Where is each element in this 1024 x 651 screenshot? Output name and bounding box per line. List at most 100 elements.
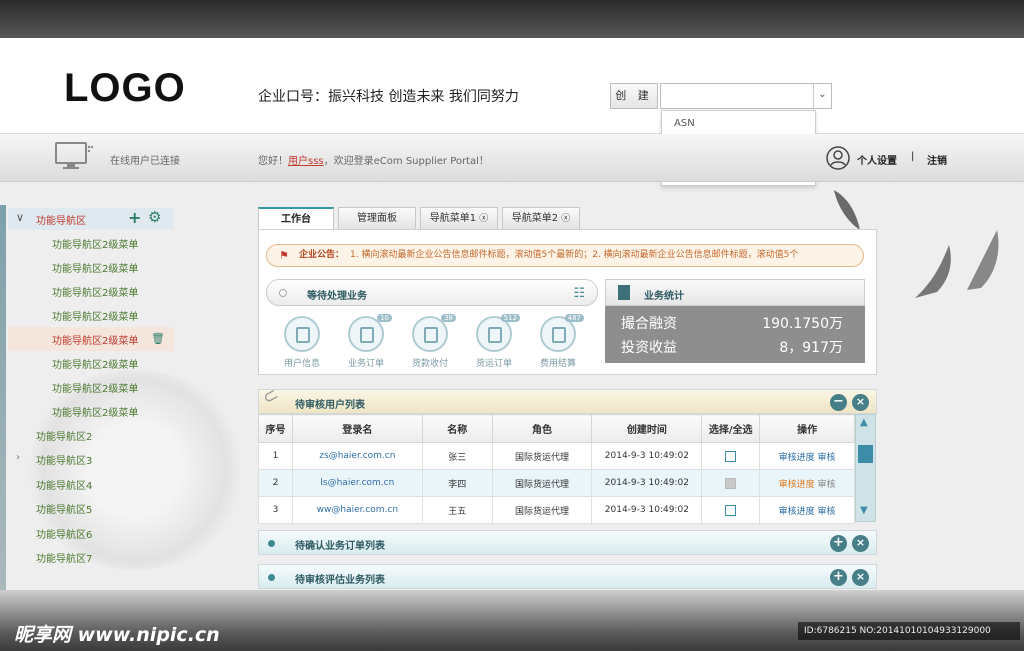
- sidebar-subitem[interactable]: 功能导航区2级菜单: [52, 260, 138, 275]
- scroll-down-icon[interactable]: ▼: [860, 505, 868, 516]
- tab-nav-menu-2[interactable]: 导航菜单2 ⓧ: [502, 207, 580, 229]
- user-avatar-icon[interactable]: [826, 146, 850, 170]
- stat-label: 撮合融资: [621, 316, 677, 332]
- audit-progress-link[interactable]: 审核进度: [779, 480, 815, 490]
- select-cell: [701, 442, 761, 470]
- sidebar-subitem[interactable]: 功能导航区2级菜单: [52, 404, 138, 419]
- sidebar-section-item[interactable]: 功能导航区4: [36, 477, 92, 492]
- sidebar-subitem[interactable]: 功能导航区2级菜单: [52, 332, 138, 347]
- bullet-icon: [268, 540, 275, 547]
- table-scrollbar[interactable]: ▲ ▼: [855, 414, 876, 522]
- count-badge: 10: [377, 314, 392, 322]
- quick-entry[interactable]: 487 费用结算: [538, 314, 584, 369]
- bullet-icon: [268, 574, 275, 581]
- audit-link[interactable]: 审核: [818, 507, 836, 517]
- chevron-down-icon[interactable]: ∨: [16, 211, 24, 224]
- stat-value: 8，917万: [779, 340, 843, 356]
- sidebar-subitem[interactable]: 功能导航区2级菜单: [52, 356, 138, 371]
- row-checkbox[interactable]: [725, 504, 737, 516]
- quick-entry-label: 业务订单: [347, 359, 384, 369]
- tab-management[interactable]: 管理面板: [338, 207, 416, 229]
- user-role: 国际货运代理: [491, 469, 593, 497]
- sidebar-subitem[interactable]: 功能导航区2级菜单: [52, 284, 138, 299]
- scroll-up-icon[interactable]: ▲: [860, 417, 868, 428]
- company-slogan: 企业口号：振兴科技 创造未来 我们同努力: [258, 89, 519, 105]
- quick-entry[interactable]: 用户信息: [282, 316, 322, 369]
- column-header: 选择/全选: [701, 414, 761, 443]
- sidebar-section-item[interactable]: 功能导航区6: [36, 526, 92, 541]
- tab-workbench[interactable]: 工作台: [258, 207, 334, 229]
- create-button[interactable]: 创 建: [610, 83, 658, 109]
- sidebar-section-item[interactable]: 功能导航区7: [36, 550, 92, 565]
- close-icon[interactable]: ×: [852, 569, 869, 586]
- logo: LOGO: [64, 66, 186, 110]
- created-time: 2014-9-3 10:49:02: [591, 496, 703, 524]
- user-name: 王五: [421, 496, 493, 524]
- select-cell: [701, 469, 761, 497]
- pending-business-header: 等待处理业务 ☷: [266, 279, 598, 306]
- scroll-thumb[interactable]: [858, 445, 873, 463]
- image-id-watermark: ID:6786215 NO:20141010104933129000: [798, 622, 1020, 640]
- quick-entry[interactable]: 38 货款收付: [410, 314, 456, 369]
- dropdown-option-asn[interactable]: ASN: [662, 111, 815, 136]
- koi-fish-decoration: [915, 230, 999, 298]
- column-header: 操作: [759, 414, 855, 443]
- audit-progress-link[interactable]: 审核进度: [779, 507, 815, 517]
- greeting-prefix: 您好！: [258, 156, 288, 167]
- logout-link[interactable]: 注销: [927, 152, 947, 167]
- expand-icon[interactable]: +: [830, 569, 847, 586]
- sidebar-subitem[interactable]: 功能导航区2级菜单: [52, 308, 138, 323]
- notice-marquee: ⚑ 企业公告： 1. 横向滚动最新企业公告信息邮件标题，滚动值5个最新的；2. 横…: [266, 244, 864, 267]
- expand-icon[interactable]: +: [830, 535, 847, 552]
- site-watermark: 昵享网 www.nipic.cn: [14, 624, 220, 646]
- stats-title: 业务统计: [644, 291, 684, 302]
- chevron-right-icon[interactable]: ›: [16, 452, 20, 463]
- tab-nav-menu-1[interactable]: 导航菜单1 ⓧ: [420, 207, 498, 229]
- audit-link[interactable]: 审核: [818, 453, 836, 463]
- sidebar-subitem[interactable]: 功能导航区2级菜单: [52, 380, 138, 395]
- notice-label: 企业公告：: [299, 250, 345, 260]
- collapse-icon[interactable]: −: [830, 394, 847, 411]
- create-select[interactable]: ⌄: [660, 83, 832, 109]
- quick-entry-icon: 10: [348, 314, 392, 352]
- chevron-down-icon[interactable]: ⌄: [813, 84, 831, 108]
- stats-header: 业务统计: [605, 279, 865, 306]
- close-icon[interactable]: ⓧ: [561, 214, 570, 224]
- row-checkbox[interactable]: [725, 450, 737, 462]
- separator: |: [911, 151, 915, 162]
- user-name: 李四: [421, 469, 493, 497]
- pending-business-title: 等待处理业务: [307, 291, 367, 302]
- add-icon[interactable]: +: [128, 208, 141, 227]
- close-icon[interactable]: ×: [852, 535, 869, 552]
- quick-entry[interactable]: 10 业务订单: [346, 314, 392, 369]
- column-header: 创建时间: [591, 414, 703, 443]
- actions-cell: 审核进度 审核: [759, 496, 855, 524]
- sidebar-section-item[interactable]: 功能导航区5: [36, 501, 92, 516]
- quick-entry[interactable]: 512 货运订单: [474, 314, 520, 369]
- tab-label: 导航菜单1: [429, 213, 477, 224]
- list-view-icon[interactable]: ☷: [573, 286, 585, 301]
- online-status-text: 在线用户已连接: [110, 156, 180, 167]
- flag-icon: ⚑: [279, 249, 289, 262]
- quick-entry-label: 费用结算: [539, 359, 576, 369]
- actions-cell: 审核进度 审核: [759, 469, 855, 497]
- sidebar-section-item[interactable]: 功能导航区2: [36, 428, 92, 443]
- close-icon[interactable]: ⓧ: [479, 214, 488, 224]
- greeting-suffix: ，欢迎登录eCom Supplier Portal！: [323, 156, 489, 167]
- close-icon[interactable]: ×: [852, 394, 869, 411]
- audit-progress-link[interactable]: 审核进度: [779, 453, 815, 463]
- trash-icon[interactable]: 🗑: [151, 332, 165, 345]
- table-row: 3 ww@haier.com.cn 王五 国际货运代理 2014-9-3 10:49:0…: [258, 496, 855, 524]
- tab-bar: 工作台 管理面板 导航菜单1 ⓧ 导航菜单2 ⓧ: [258, 207, 877, 229]
- sidebar-section-item[interactable]: 功能导航区3: [36, 452, 92, 467]
- personal-settings-link[interactable]: 个人设置: [857, 152, 897, 167]
- sidebar-section-title[interactable]: 功能导航区: [36, 212, 86, 227]
- username-link[interactable]: 用户sss: [288, 156, 324, 167]
- sidebar-subitem[interactable]: 功能导航区2级菜单: [52, 236, 138, 251]
- row-number: 2: [258, 469, 293, 497]
- document-icon: [618, 285, 630, 300]
- login-name: ww@haier.com.cn: [291, 496, 423, 524]
- stat-label: 投资收益: [621, 340, 677, 356]
- quick-entry-icon: 487: [540, 314, 584, 352]
- gear-icon[interactable]: ⚙: [148, 208, 161, 226]
